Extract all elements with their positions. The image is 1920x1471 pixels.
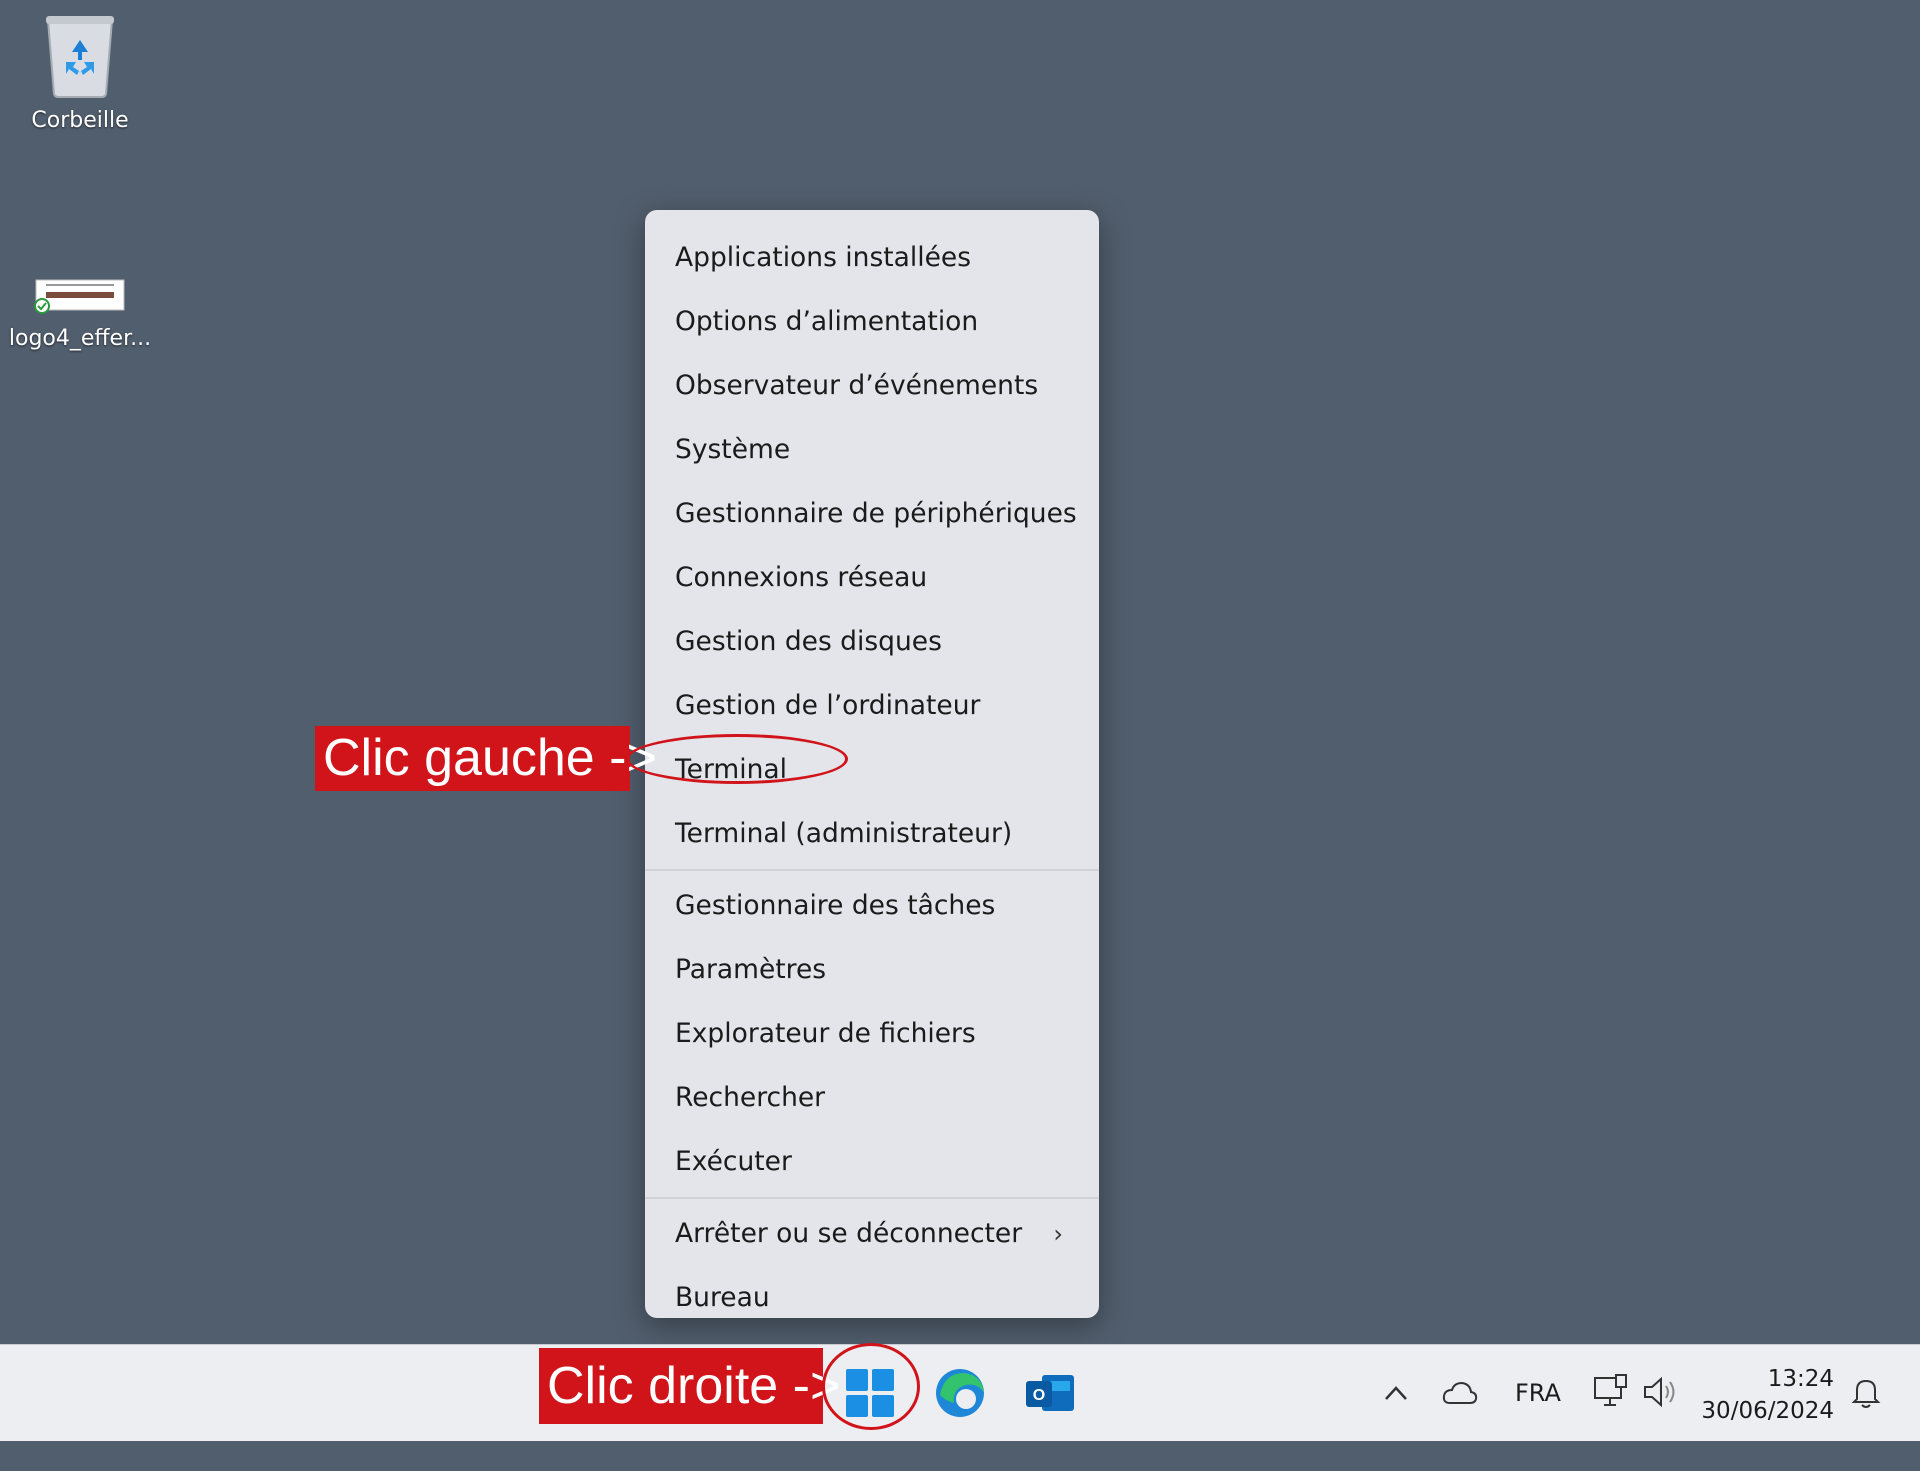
menu-item-installed-apps[interactable]: Applications installées xyxy=(645,226,1099,290)
speaker-icon xyxy=(1644,1376,1675,1408)
logo-file-desktop-icon[interactable]: logo4_effer... xyxy=(0,276,160,351)
chevron-right-icon: › xyxy=(1053,1220,1063,1248)
volume-button[interactable] xyxy=(1640,1373,1680,1469)
menu-item-run[interactable]: Exécuter xyxy=(645,1130,1099,1194)
menu-item-task-manager[interactable]: Gestionnaire des tâches xyxy=(645,874,1099,938)
menu-item-power-options[interactable]: Options d’alimentation xyxy=(645,290,1099,354)
recycle-bin-desktop-icon[interactable]: Corbeille xyxy=(0,10,160,133)
menu-item-search[interactable]: Rechercher xyxy=(645,1066,1099,1130)
menu-item-settings[interactable]: Paramètres xyxy=(645,938,1099,1002)
menu-separator xyxy=(645,1197,1099,1199)
menu-item-network-connections[interactable]: Connexions réseau xyxy=(645,546,1099,610)
cloud-icon xyxy=(1442,1381,1478,1404)
clock-time: 13:24 xyxy=(1767,1366,1834,1392)
menu-item-event-viewer[interactable]: Observateur d’événements xyxy=(645,354,1099,418)
clock[interactable]: 13:24 30/06/2024 xyxy=(1701,1363,1834,1427)
chevron-up-icon xyxy=(1385,1386,1407,1400)
recycle-bin-label: Corbeille xyxy=(31,108,129,133)
network-monitor-icon xyxy=(1594,1374,1627,1406)
onedrive-button[interactable] xyxy=(1440,1375,1480,1471)
annotation-right-click: Clic droite -> xyxy=(539,1348,840,1424)
menu-item-shutdown-signout[interactable]: Arrêter ou se déconnecter › xyxy=(645,1202,1099,1266)
menu-item-device-manager[interactable]: Gestionnaire de périphériques xyxy=(645,482,1099,546)
menu-item-shutdown-label: Arrêter ou se déconnecter xyxy=(675,1218,1023,1249)
logo-file-label: logo4_effer... xyxy=(8,326,152,351)
taskbar: O FRA 13:24 30/06/2024 xyxy=(0,1344,1920,1441)
annotation-ellipse-terminal xyxy=(626,734,848,784)
menu-separator xyxy=(645,869,1099,871)
image-file-icon xyxy=(34,279,125,314)
notifications-button[interactable] xyxy=(1848,1373,1884,1469)
menu-item-system[interactable]: Système xyxy=(645,418,1099,482)
edge-browser-button[interactable] xyxy=(930,1363,990,1423)
recycle-bin-icon xyxy=(46,16,114,98)
menu-item-computer-management[interactable]: Gestion de l’ordinateur xyxy=(645,674,1099,738)
menu-item-disk-management[interactable]: Gestion des disques xyxy=(645,610,1099,674)
annotation-ellipse-start xyxy=(822,1343,920,1430)
language-indicator[interactable]: FRA xyxy=(1515,1345,1561,1441)
show-hidden-icons-button[interactable] xyxy=(1378,1375,1414,1471)
outlook-icon: O xyxy=(1026,1375,1074,1411)
menu-item-terminal-admin[interactable]: Terminal (administrateur) xyxy=(645,802,1099,866)
network-button[interactable] xyxy=(1592,1373,1630,1469)
annotation-left-click: Clic gauche -> xyxy=(315,726,657,791)
clock-date: 30/06/2024 xyxy=(1701,1398,1834,1424)
edge-icon xyxy=(936,1369,984,1417)
menu-item-file-explorer[interactable]: Explorateur de fichiers xyxy=(645,1002,1099,1066)
svg-text:O: O xyxy=(1033,1387,1045,1404)
menu-item-desktop[interactable]: Bureau xyxy=(645,1266,1099,1330)
outlook-button[interactable]: O xyxy=(1020,1363,1080,1423)
bell-icon xyxy=(1851,1379,1881,1408)
